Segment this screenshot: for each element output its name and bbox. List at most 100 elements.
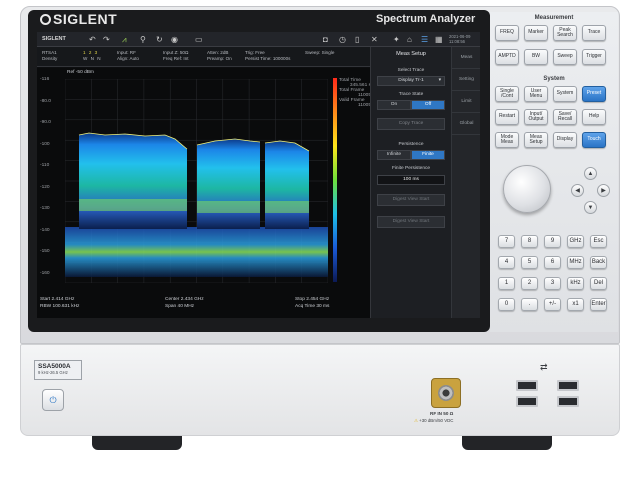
- screen: SIGLENT ↶ ↷ ⩘ ⚲ ↻ ◉ ▭ ◘ ◷ ▯ ✕ ✦ ⌂ ☰ ▦ 20…: [37, 32, 480, 318]
- usb-icon: ⇄: [540, 362, 548, 372]
- usb-port-4[interactable]: [557, 396, 579, 407]
- camera-icon[interactable]: ◘: [323, 32, 328, 47]
- meas-setup-key[interactable]: Meas Setup: [524, 132, 548, 148]
- mode-meas-key[interactable]: Mode Meas: [495, 132, 519, 148]
- 3-key[interactable]: 3: [544, 277, 561, 290]
- attenuation: Atten: 2dB: [207, 50, 229, 55]
- system-keys: Single /Cont User Menu System Preset Restart…: [495, 86, 615, 148]
- tab-setting[interactable]: Setting: [452, 69, 480, 91]
- select-trace-dropdown[interactable]: Display Tr-1 ▾: [377, 76, 445, 86]
- 6-key[interactable]: 6: [544, 256, 561, 269]
- trace-state-on-button[interactable]: On: [377, 100, 411, 110]
- y-tick-label: -160: [40, 270, 50, 276]
- amptd-key[interactable]: AMPTD: [495, 49, 519, 65]
- usb-port-3[interactable]: [516, 396, 538, 407]
- save-recall-key[interactable]: Save/ Recall: [553, 109, 577, 125]
- key-key[interactable]: .: [521, 298, 538, 311]
- rf-input-label: RF IN 50 Ω: [430, 411, 454, 416]
- digest-view-button-2[interactable]: Digest View Start: [377, 216, 445, 228]
- display-key[interactable]: Display: [553, 132, 577, 148]
- keyboard-icon[interactable]: ▦: [435, 32, 443, 47]
- message-icon[interactable]: ▭: [195, 32, 203, 47]
- x1-key[interactable]: x1: [567, 298, 584, 311]
- y-tick-label: -120: [40, 184, 50, 190]
- menu-icon[interactable]: ☰: [421, 32, 428, 47]
- system-section-label: System: [543, 76, 565, 82]
- settings-icon[interactable]: ✦: [393, 32, 400, 47]
- preset-key[interactable]: Preset: [582, 86, 606, 102]
- refresh-icon[interactable]: ↻: [156, 32, 163, 47]
- back-key[interactable]: Back: [590, 256, 607, 269]
- 5-key[interactable]: 5: [521, 256, 538, 269]
- persistence-infinite-button[interactable]: Infinite: [377, 150, 411, 160]
- trace-state-label: Trace State: [398, 92, 424, 97]
- arrow-left-button[interactable]: ◀: [571, 184, 584, 197]
- key-key[interactable]: +/-: [544, 298, 561, 311]
- marker-key[interactable]: Marker: [524, 25, 548, 41]
- system-key[interactable]: System: [553, 86, 577, 102]
- redo-icon[interactable]: ↷: [103, 32, 110, 47]
- help-key[interactable]: Help: [582, 109, 606, 125]
- bw-key[interactable]: BW: [524, 49, 548, 65]
- enter-key[interactable]: Enter: [590, 298, 607, 311]
- rotary-knob[interactable]: [503, 165, 551, 213]
- y-tick-label: -140: [40, 227, 50, 233]
- file-icon[interactable]: ▯: [355, 32, 359, 47]
- 1-key[interactable]: 1: [498, 277, 515, 290]
- peak-search-key[interactable]: Peak Search: [553, 25, 577, 41]
- persistence-finite-button[interactable]: Finite: [411, 150, 445, 160]
- warning-icon: ⚠: [414, 418, 418, 423]
- stat-valid-frame-value: 11005: [358, 103, 371, 108]
- del-key[interactable]: Del: [590, 277, 607, 290]
- 4-key[interactable]: 4: [498, 256, 515, 269]
- y-tick-label: -116: [40, 77, 50, 82]
- arrow-down-button[interactable]: ▼: [584, 201, 597, 214]
- clock-icon[interactable]: ◷: [339, 32, 346, 47]
- signal-icon[interactable]: ⩘: [122, 32, 127, 47]
- start-freq: Start 2.414 GHz: [40, 297, 75, 302]
- ghz-key[interactable]: GHz: [567, 235, 584, 248]
- tab-global[interactable]: Global: [452, 113, 480, 135]
- spectrum-plot[interactable]: Ref -50 dBm -116 -80.0 -90.0 -100 -110 -120 -1…: [37, 68, 371, 318]
- datetime: 2021-06-09 11:08:56: [449, 34, 471, 44]
- trace-state-off-button[interactable]: Off: [411, 100, 445, 110]
- home-icon[interactable]: ⌂: [407, 32, 412, 47]
- usb-port-2[interactable]: [557, 380, 579, 391]
- tools-icon[interactable]: ✕: [371, 32, 378, 47]
- tab-limit[interactable]: Limit: [452, 91, 480, 113]
- right-foot: [462, 436, 552, 450]
- 9-key[interactable]: 9: [544, 235, 561, 248]
- arrow-right-button[interactable]: ▶: [597, 184, 610, 197]
- trigger-key[interactable]: Trigger: [582, 49, 606, 65]
- touch-key[interactable]: Touch: [582, 132, 606, 148]
- trace-key[interactable]: Trace: [582, 25, 606, 41]
- usb-port-1[interactable]: [516, 380, 538, 391]
- copy-trace-button[interactable]: Copy Trace: [377, 118, 445, 130]
- power-button[interactable]: ⏻: [42, 389, 64, 411]
- arrow-up-button[interactable]: ▲: [584, 167, 597, 180]
- record-icon[interactable]: ◉: [171, 32, 178, 47]
- finite-persistence-input[interactable]: 100 ms: [377, 175, 445, 185]
- 7-key[interactable]: 7: [498, 235, 515, 248]
- 2-key[interactable]: 2: [521, 277, 538, 290]
- undo-icon[interactable]: ↶: [89, 32, 96, 47]
- instrument-photo: SIGLENT Spectrum Analyzer SIGLENT ↶ ↷ ⩘ …: [0, 0, 640, 480]
- 8-key[interactable]: 8: [521, 235, 538, 248]
- mhz-key[interactable]: MHz: [567, 256, 584, 269]
- user-menu-key[interactable]: User Menu: [524, 86, 548, 102]
- tab-meas[interactable]: Meas: [452, 47, 480, 69]
- khz-key[interactable]: kHz: [567, 277, 584, 290]
- esc-key[interactable]: Esc: [590, 235, 607, 248]
- marker-icon[interactable]: ⚲: [140, 32, 146, 47]
- restart-key[interactable]: Restart: [495, 109, 519, 125]
- meas-setup-panel: Meas Setup Select Trace Display Tr-1 ▾ T…: [370, 47, 480, 318]
- persist-time: Persist Time: 100000s: [245, 55, 291, 61]
- rf-input-port[interactable]: [431, 378, 461, 408]
- input-output-key[interactable]: Input/ Output: [524, 109, 548, 125]
- digest-view-button-1[interactable]: Digest View Start: [377, 194, 445, 206]
- freq-key[interactable]: FREQ: [495, 25, 519, 41]
- single-cont-key[interactable]: Single /Cont: [495, 86, 519, 102]
- 0-key[interactable]: 0: [498, 298, 515, 311]
- density-colorbar: [333, 78, 337, 282]
- sweep-key[interactable]: Sweep: [553, 49, 577, 65]
